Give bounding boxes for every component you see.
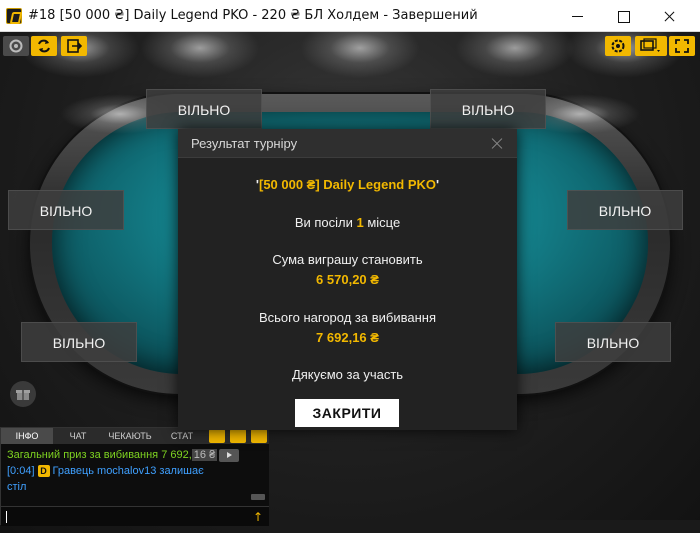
tab-waiting[interactable]: ЧЕКАЮТЬ — [103, 428, 157, 444]
thanks-text: Дякуємо за участь — [291, 367, 404, 382]
dealer-badge: D — [37, 465, 50, 478]
tournament-name-text: [50 000 ₴] Daily Legend PKO — [258, 177, 436, 192]
dialog-title: Результат турніру — [191, 136, 298, 151]
layout-icon — [640, 38, 660, 52]
fullscreen-button[interactable] — [669, 36, 695, 56]
close-window-button[interactable] — [646, 0, 692, 32]
settings-button[interactable] — [3, 36, 29, 56]
exit-icon — [67, 39, 83, 53]
winnings-value: 6 570,20 ₴ — [316, 272, 379, 287]
gift-icon — [16, 390, 30, 400]
keyboard-icon[interactable] — [230, 429, 246, 443]
text-caret — [6, 511, 7, 523]
ceiling-light — [140, 32, 260, 78]
place-suffix: місце — [363, 215, 401, 230]
swap-icon — [38, 39, 50, 53]
chat-tabs: ІНФО ЧАТ ЧЕКАЮТЬ СТАТ — [1, 428, 269, 444]
settings-icon — [9, 39, 23, 53]
gear-icon — [611, 39, 625, 53]
app-logo-icon — [6, 8, 22, 24]
chat-log: Загальний приз за вибивання 7 692, 16 ₴ [… — [1, 444, 269, 506]
minimize-button[interactable] — [554, 0, 600, 32]
winnings-label: Сума виграшу становить — [272, 252, 423, 267]
place-line: Ви посіли 1 місце — [178, 215, 517, 230]
seat-empty[interactable]: ВІЛЬНО — [8, 190, 124, 230]
bounty-label: Всього нагород за вибивання — [258, 310, 436, 325]
gift-button[interactable] — [10, 381, 36, 407]
sound-icon[interactable] — [251, 429, 267, 443]
window-title: #18 [50 000 ₴] Daily Legend PKO - 220 ₴ … — [28, 8, 478, 23]
tournament-name: '[50 000 ₴] Daily Legend PKO' — [178, 177, 517, 192]
maximize-button[interactable] — [600, 0, 646, 32]
tab-stats[interactable]: СТАТ — [157, 428, 207, 444]
bounty-value: 7 692,16 ₴ — [316, 330, 379, 345]
layout-button[interactable] — [635, 36, 667, 56]
chat-message: [0:04] D Гравець mochalov13 залишає — [7, 463, 263, 479]
place-prefix: Ви посіли — [294, 215, 357, 230]
chat-message-text: Загальний приз за вибивання 7 692, — [7, 449, 192, 461]
tab-chat[interactable]: ЧАТ — [53, 428, 103, 444]
chat-bubble-icon[interactable] — [209, 429, 225, 443]
dialog-close-icon[interactable] — [490, 137, 504, 151]
place-value: 1 — [356, 215, 364, 230]
chat-message-text: Гравець mochalov13 залишає — [52, 465, 204, 477]
fullscreen-icon — [675, 39, 689, 53]
seat-empty[interactable]: ВІЛЬНО — [21, 322, 137, 362]
chat-timestamp: [0:04] — [7, 465, 35, 477]
table-settings-button[interactable] — [605, 36, 631, 56]
bottom-strip — [268, 520, 700, 533]
ceiling-light — [300, 32, 420, 78]
window-titlebar: #18 [50 000 ₴] Daily Legend PKO - 220 ₴ … — [0, 0, 700, 32]
expand-message-button[interactable] — [219, 448, 240, 462]
tab-info[interactable]: ІНФО — [1, 428, 53, 444]
send-icon[interactable]: ↑ — [253, 510, 263, 524]
chat-panel: ІНФО ЧАТ ЧЕКАЮТЬ СТАТ Загальний приз за … — [0, 427, 269, 526]
seat-empty[interactable]: ВІЛЬНО — [567, 190, 683, 230]
tournament-result-dialog: Результат турніру '[50 000 ₴] Daily Lege… — [178, 129, 517, 430]
dialog-header: Результат турніру — [178, 129, 517, 158]
chat-message: Загальний приз за вибивання 7 692, 16 ₴ — [7, 447, 263, 463]
seat-empty[interactable]: ВІЛЬНО — [430, 89, 546, 129]
seat-empty[interactable]: ВІЛЬНО — [146, 89, 262, 129]
swap-table-button[interactable] — [31, 36, 57, 56]
close-button[interactable]: ЗАКРИТИ — [295, 399, 399, 427]
chat-message-tail: 16 ₴ — [191, 449, 218, 461]
quote-close: ' — [436, 177, 440, 192]
ceiling-light — [455, 32, 575, 78]
seat-empty[interactable]: ВІЛЬНО — [555, 322, 671, 362]
chat-message-continuation: стіл — [7, 481, 27, 493]
chat-input[interactable]: ↑ — [1, 506, 269, 526]
chat-scrollbar[interactable] — [251, 494, 265, 500]
exit-table-button[interactable] — [61, 36, 87, 56]
